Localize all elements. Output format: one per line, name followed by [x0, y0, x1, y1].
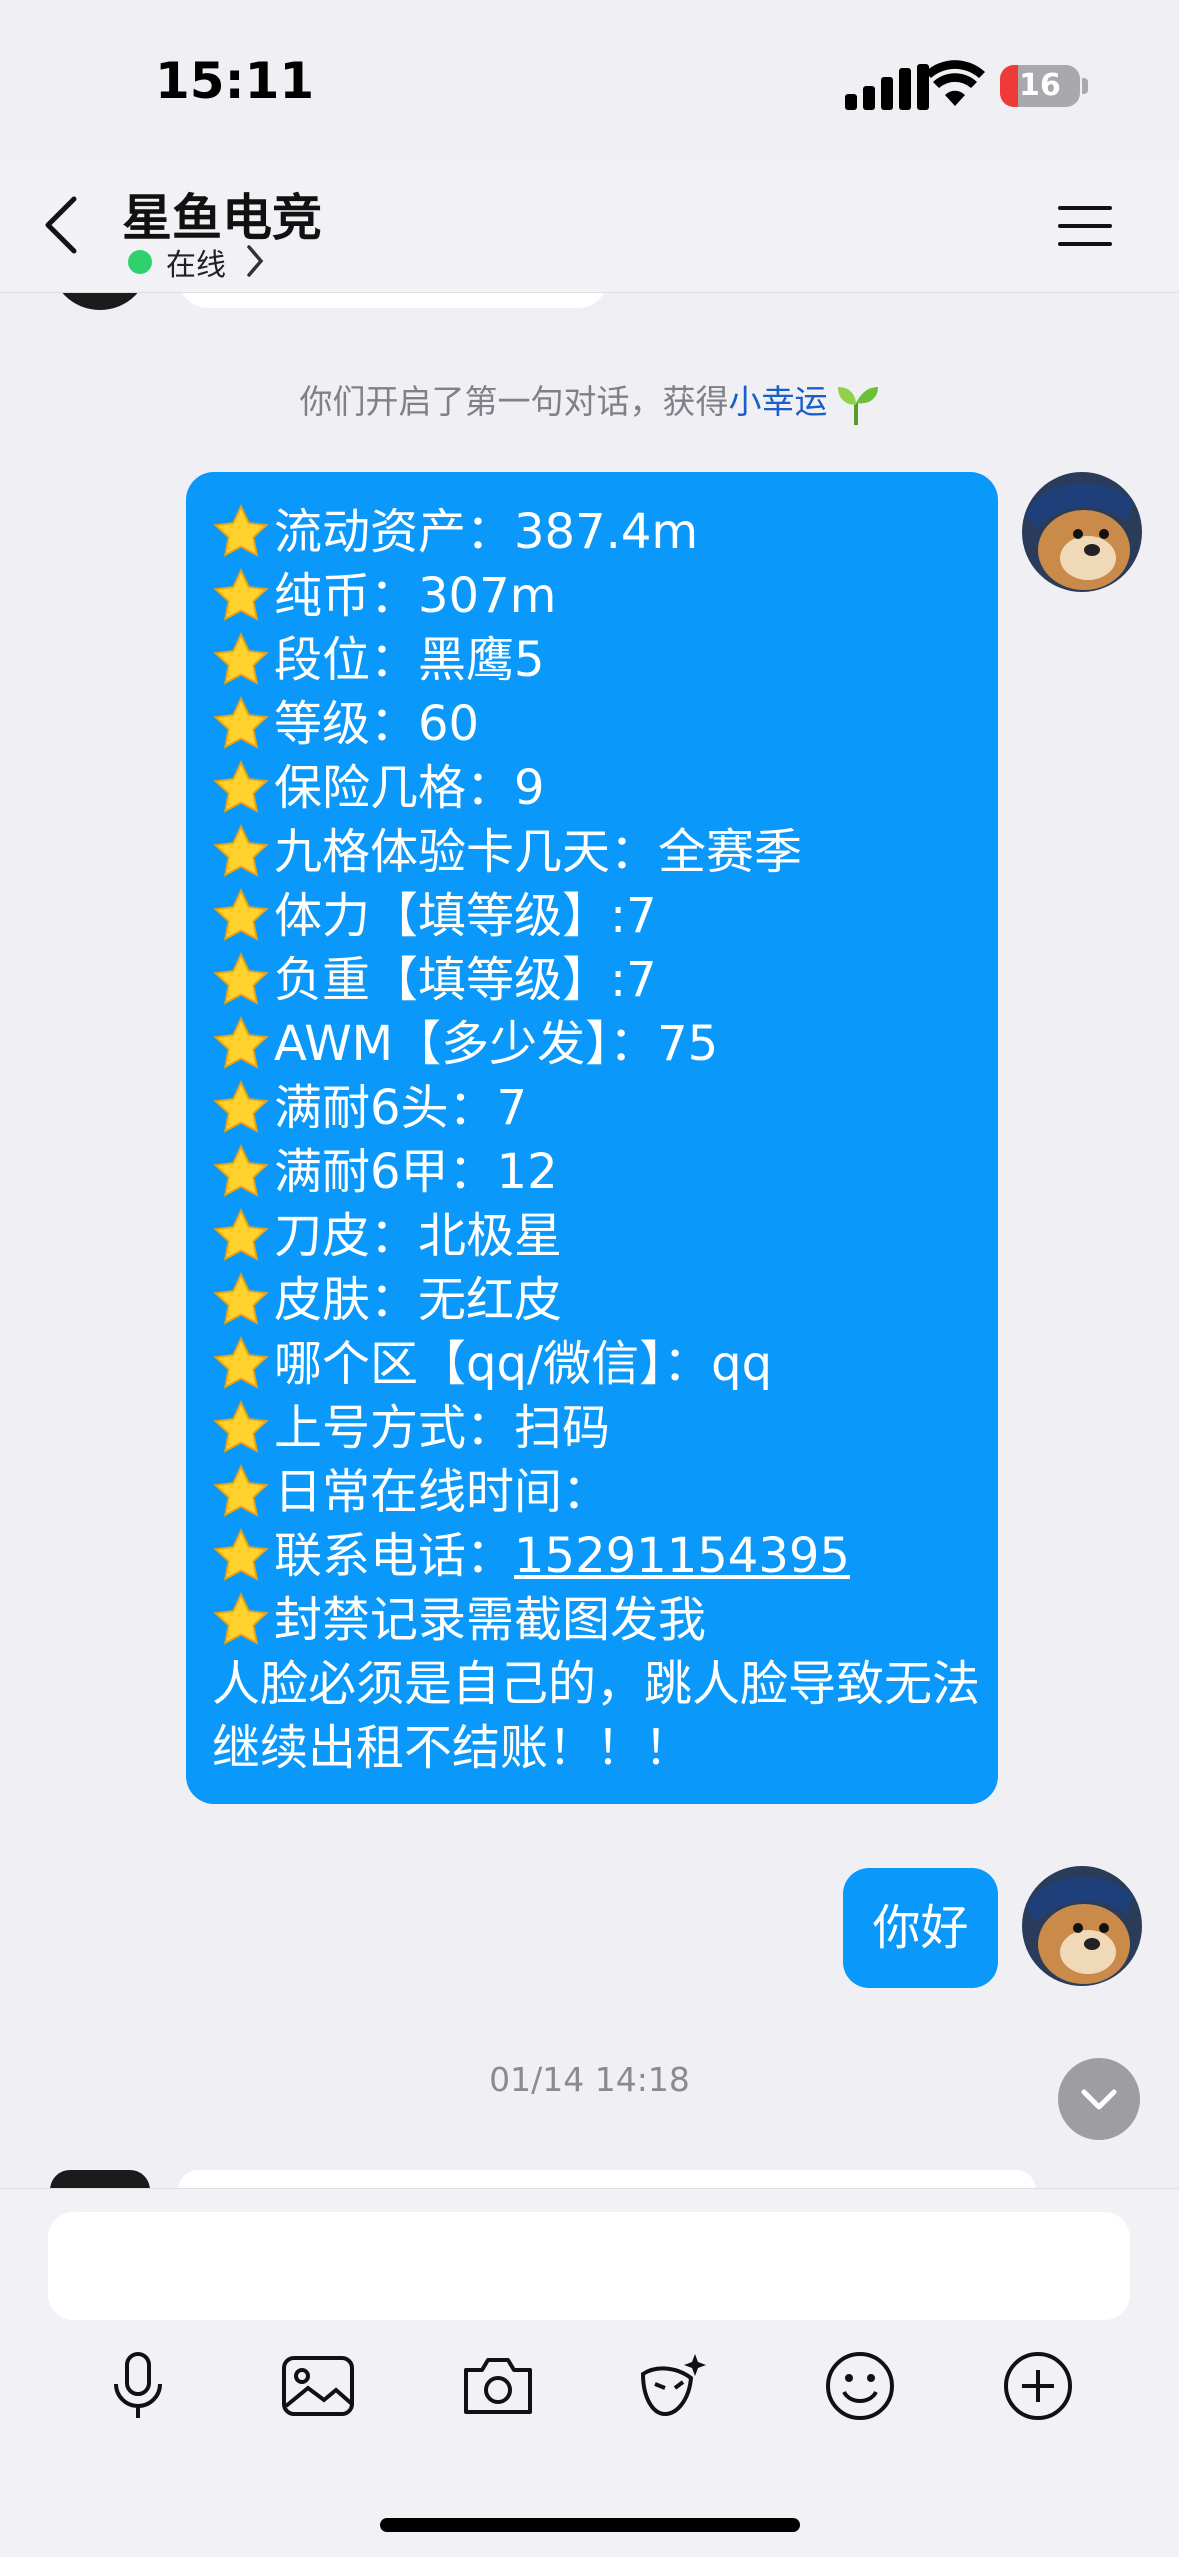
- chevron-right-icon[interactable]: [245, 243, 265, 279]
- battery-tip: [1082, 78, 1088, 94]
- message-content: 流动资产：387.4m 纯币：307m 段位：黑鹰5 等级：60 保险几格：9 …: [212, 500, 982, 1780]
- message-line: 等级：60: [212, 692, 982, 756]
- lucky-link[interactable]: 小幸运: [729, 382, 828, 421]
- online-status-label[interactable]: 在线: [166, 240, 226, 284]
- image-icon[interactable]: [280, 2348, 356, 2424]
- message-line: 段位：黑鹰5: [212, 628, 982, 692]
- status-time: 15:11: [155, 52, 315, 110]
- star-icon: [213, 824, 269, 877]
- battery-indicator: 16: [1000, 65, 1080, 107]
- message-input[interactable]: [48, 2212, 1130, 2320]
- star-icon: [213, 1208, 269, 1261]
- message-line: 哪个区【qq/微信】：qq: [212, 1332, 982, 1396]
- back-icon[interactable]: [40, 195, 80, 255]
- phone-link[interactable]: 15291154395: [514, 1524, 850, 1588]
- message-timestamp: 01/14 14:18: [489, 2060, 690, 2099]
- star-icon: [213, 1016, 269, 1069]
- wifi-icon: [925, 60, 985, 106]
- message-line: 九格体验卡几天：全赛季: [212, 820, 982, 884]
- menu-icon[interactable]: [1058, 204, 1112, 248]
- star-icon: [213, 1400, 269, 1453]
- star-icon: [213, 952, 269, 1005]
- message-line: 体力【填等级】:7: [212, 884, 982, 948]
- star-icon: [213, 504, 269, 557]
- signal-icon: [845, 64, 929, 110]
- scroll-to-bottom-button[interactable]: [1058, 2058, 1140, 2140]
- star-icon: [213, 1592, 269, 1645]
- star-icon: [213, 1144, 269, 1197]
- plus-icon[interactable]: [1000, 2348, 1076, 2424]
- battery-level: 16: [1019, 68, 1061, 103]
- my-avatar[interactable]: [1022, 1866, 1142, 1986]
- star-icon: [213, 696, 269, 749]
- system-notice: 你们开启了第一句对话，获得小幸运: [0, 375, 1179, 427]
- message-line: 纯币：307m: [212, 564, 982, 628]
- message-line: 满耐6甲：12: [212, 1140, 982, 1204]
- message-line: AWM【多少发】：75: [212, 1012, 982, 1076]
- peer-message-bubble[interactable]: [178, 2170, 1036, 2190]
- star-icon: [213, 632, 269, 685]
- message-line: 上号方式：扫码: [212, 1396, 982, 1460]
- camera-icon[interactable]: [460, 2348, 536, 2424]
- emoji-icon[interactable]: [822, 2348, 898, 2424]
- message-line: 日常在线时间：: [212, 1460, 982, 1524]
- my-avatar[interactable]: [1022, 472, 1142, 592]
- microphone-icon[interactable]: [100, 2348, 176, 2424]
- home-indicator[interactable]: [380, 2518, 800, 2532]
- star-icon: [213, 760, 269, 813]
- star-icon: [213, 1464, 269, 1517]
- peer-avatar[interactable]: [50, 2170, 150, 2190]
- star-icon: [213, 888, 269, 941]
- message-line: 满耐6头：7: [212, 1076, 982, 1140]
- message-line: 流动资产：387.4m: [212, 500, 982, 564]
- message-line: 刀皮：北极星: [212, 1204, 982, 1268]
- message-footer: 人脸必须是自己的，跳人脸导致无法继续出租不结账！！！: [212, 1656, 981, 1776]
- star-icon: [213, 1272, 269, 1325]
- message-line: 联系电话： 15291154395: [212, 1524, 982, 1588]
- star-icon: [213, 1528, 269, 1581]
- outgoing-message-bubble[interactable]: 你好: [843, 1868, 998, 1988]
- star-icon: [213, 568, 269, 621]
- message-line: 负重【填等级】:7: [212, 948, 982, 1012]
- dog-avatar-icon: [1022, 472, 1142, 592]
- dog-avatar-icon: [1022, 1866, 1142, 1986]
- star-icon: [213, 1080, 269, 1133]
- chevron-down-icon: [1081, 2089, 1117, 2110]
- notice-text: 你们开启了第一句对话，获得: [299, 382, 729, 421]
- message-line: 保险几格：9: [212, 756, 982, 820]
- star-icon: [213, 1336, 269, 1389]
- message-line: 封禁记录需截图发我: [212, 1588, 982, 1652]
- message-line: 皮肤：无红皮: [212, 1268, 982, 1332]
- sprout-icon: [837, 386, 878, 425]
- sticker-icon[interactable]: [635, 2348, 711, 2424]
- online-status-dot: [128, 250, 152, 274]
